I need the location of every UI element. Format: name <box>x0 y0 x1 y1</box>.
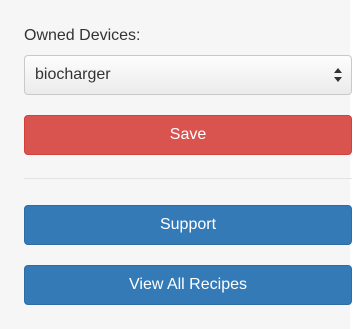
devices-panel: Owned Devices: biocharger Save Support V… <box>0 0 352 329</box>
view-all-recipes-button[interactable]: View All Recipes <box>24 265 352 305</box>
owned-devices-label: Owned Devices: <box>24 27 141 44</box>
owned-devices-select[interactable]: biocharger <box>24 55 352 95</box>
divider <box>24 178 352 179</box>
select-arrows-icon <box>334 68 342 82</box>
owned-devices-selected-value: biocharger <box>35 66 111 83</box>
support-button[interactable]: Support <box>24 205 352 245</box>
save-button[interactable]: Save <box>24 115 352 155</box>
